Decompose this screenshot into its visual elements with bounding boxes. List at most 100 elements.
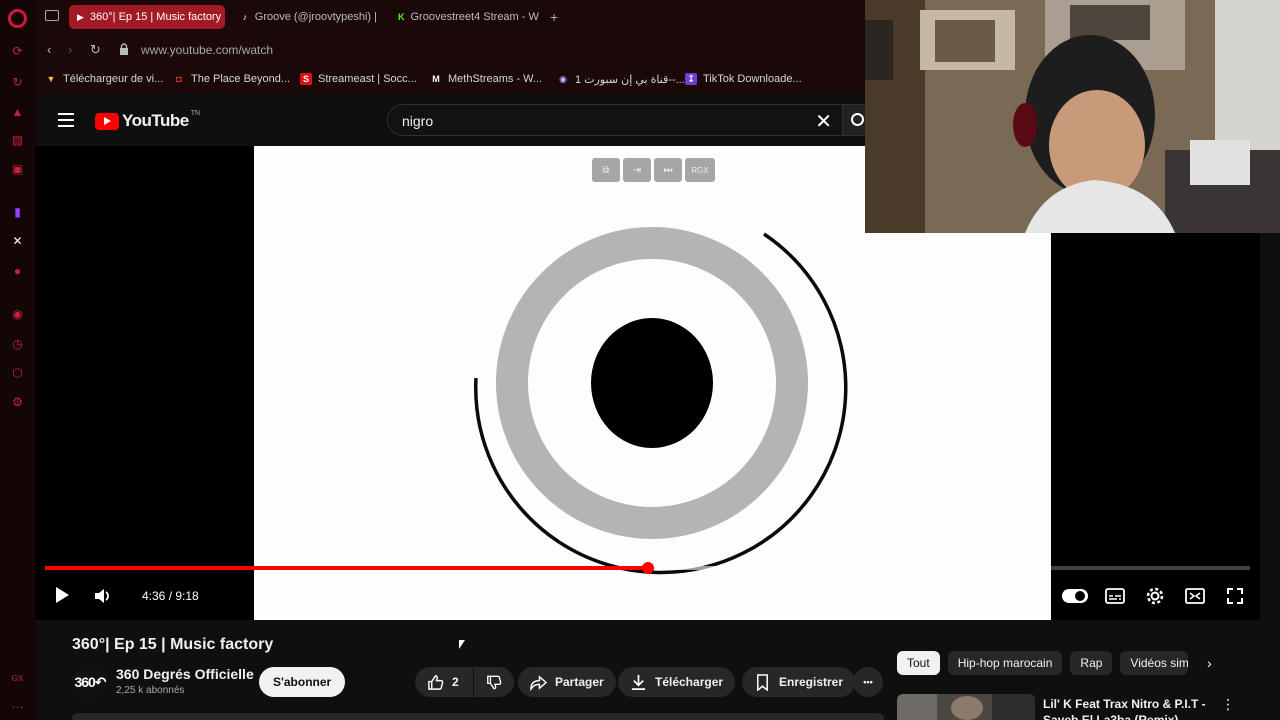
- chip-all[interactable]: Tout: [897, 651, 940, 675]
- subtitles-icon[interactable]: [1105, 588, 1125, 604]
- progress-bar[interactable]: [45, 562, 1250, 574]
- pinboard-icon[interactable]: ▨: [9, 131, 26, 148]
- subscribe-button[interactable]: S'abonner: [259, 667, 346, 697]
- share-label: Partager: [555, 675, 604, 689]
- save-bookmark-icon: [757, 673, 768, 691]
- opera-logo-icon[interactable]: [8, 9, 27, 28]
- popout-button[interactable]: ⧉: [592, 158, 620, 182]
- youtube-play-icon: [95, 112, 119, 130]
- chip-similar-videos[interactable]: Vidéos sim: [1120, 651, 1189, 675]
- clock-icon[interactable]: ◷: [9, 335, 26, 352]
- save-button[interactable]: Enregistrer: [742, 667, 856, 697]
- search-input[interactable]: nigro ✕: [387, 104, 842, 136]
- description-box[interactable]: [72, 713, 884, 720]
- dislike-button[interactable]: [474, 667, 514, 697]
- country-code: TN: [190, 109, 201, 117]
- forward-button[interactable]: ›: [68, 42, 72, 57]
- recommendation-thumbnail[interactable]: [897, 694, 1035, 720]
- subscriber-count: 2,25 k abonnés: [116, 685, 185, 696]
- video-title: 360°| Ep 15 | Music factory: [72, 636, 274, 653]
- thumbnail-image: [897, 694, 1035, 720]
- video-overlay-toolbar: ⧉ ⇥ ⏭ RGX: [592, 158, 715, 182]
- history-icon[interactable]: ↻: [9, 73, 26, 90]
- tab-kick[interactable]: K Groovestreet4 Stream - W: [390, 5, 545, 29]
- more-actions-button[interactable]: •••: [853, 667, 883, 697]
- tab-menu-icon[interactable]: [45, 10, 59, 21]
- tiktok-download-icon: ↧: [685, 73, 697, 85]
- download-button[interactable]: Télécharger: [618, 667, 736, 697]
- gx-icon[interactable]: GX: [9, 670, 26, 687]
- bookmark-item[interactable]: ↧ TikTok Downloade...: [685, 73, 802, 85]
- fullscreen-icon[interactable]: [1227, 588, 1243, 604]
- guide-menu-icon[interactable]: [58, 113, 74, 127]
- detach-button[interactable]: ⇥: [623, 158, 651, 182]
- mouse-cursor: [459, 640, 465, 649]
- bookmark-item[interactable]: ◉ قناة بي إن سبورت 1--...: [557, 73, 685, 86]
- share-button[interactable]: Partager: [518, 667, 616, 697]
- youtube-icon: ▶: [77, 11, 84, 22]
- bookmark-label: The Place Beyond...: [191, 73, 291, 85]
- youtube-wordmark: YouTube: [122, 111, 189, 130]
- like-count: 2: [452, 675, 459, 689]
- bookmark-item[interactable]: ▼ Téléchargeur de vi...: [45, 73, 164, 85]
- chip-hiphop-marocain[interactable]: Hip-hop marocain: [947, 651, 1063, 675]
- screen: ⟳ ↻ ▲ ▨ ▣ ▮ ✕ ● ◉ ◷ ⬡ ⚙ GX ⋯ ▶ 360°| Ep …: [0, 0, 1280, 720]
- youtube-logo[interactable]: YouTube TN: [95, 109, 201, 131]
- time-display: 4:36 / 9:18: [142, 589, 199, 603]
- channel-name[interactable]: 360 Degrés Officielle: [116, 666, 254, 682]
- app-icon[interactable]: ●: [9, 262, 26, 279]
- skip-button[interactable]: ⏭: [654, 158, 682, 182]
- player-icon[interactable]: ◉: [9, 305, 26, 322]
- rgx-button[interactable]: RGX: [685, 158, 715, 182]
- extensions-icon[interactable]: ⬡: [9, 364, 26, 381]
- theater-mode-icon[interactable]: [1185, 588, 1205, 604]
- recommendation-more-icon[interactable]: ⋮: [1221, 696, 1235, 713]
- search-button[interactable]: [842, 104, 865, 136]
- back-button[interactable]: ‹: [47, 42, 51, 57]
- search-icon: [851, 113, 864, 126]
- scrubber-handle[interactable]: [641, 562, 654, 574]
- x-twitter-icon[interactable]: ✕: [9, 232, 26, 249]
- new-tab-button[interactable]: +: [550, 9, 558, 25]
- bookmark-label: قناة بي إن سبورت 1--...: [575, 74, 685, 86]
- bookmark-label: Téléchargeur de vi...: [63, 73, 164, 85]
- settings-gear-icon[interactable]: [1145, 586, 1165, 606]
- twitch-icon[interactable]: ▮: [9, 203, 26, 220]
- bookmark-label: MethStreams - W...: [448, 73, 543, 85]
- tab-label: 360°| Ep 15 | Music factory: [89, 11, 222, 23]
- chip-next-icon[interactable]: ›: [1207, 655, 1212, 671]
- sidebar-more-icon[interactable]: ⋯: [9, 698, 26, 715]
- thumbs-down-icon: [487, 675, 502, 689]
- progress-played: [45, 566, 648, 570]
- chip-rap[interactable]: Rap: [1070, 651, 1113, 675]
- sport-icon: ◉: [559, 74, 567, 84]
- url-field[interactable]: www.youtube.com/watch: [141, 43, 273, 57]
- recommendation-title[interactable]: Lil' K Feat Trax Nitro & P.I.T - Sayeb E…: [1043, 696, 1213, 720]
- bookmark-item[interactable]: S Streameast | Socc...: [300, 73, 417, 85]
- speed-dial-icon[interactable]: ⟳: [9, 42, 26, 59]
- address-bar: ‹ › ↻ www.youtube.com/watch: [35, 34, 865, 66]
- reload-button[interactable]: ↻: [90, 42, 101, 58]
- stream-icon: S: [300, 73, 312, 85]
- bookmark-label: TikTok Downloade...: [703, 73, 802, 85]
- tab-youtube[interactable]: ▶ 360°| Ep 15 | Music factory: [69, 5, 225, 29]
- aria-icon[interactable]: ▲: [9, 103, 26, 120]
- like-button[interactable]: 2: [415, 667, 473, 697]
- bookmark-item[interactable]: ◘ The Place Beyond...: [173, 73, 290, 85]
- volume-icon[interactable]: [95, 587, 111, 605]
- download-label: Télécharger: [655, 675, 724, 689]
- tiktok-icon: ♪: [242, 12, 248, 22]
- messenger-icon[interactable]: ▣: [9, 160, 26, 177]
- play-button[interactable]: [56, 587, 69, 603]
- webcam-image: [865, 0, 1280, 233]
- bookmark-item[interactable]: M MethStreams - W...: [430, 73, 542, 85]
- bookmarks-bar: ▼ Téléchargeur de vi... ◘ The Place Beyo…: [35, 66, 865, 94]
- autoplay-toggle[interactable]: [1062, 589, 1088, 603]
- settings-icon[interactable]: ⚙: [9, 393, 26, 410]
- tab-tiktok[interactable]: ♪ Groove (@jroovtypeshi) |: [233, 5, 385, 29]
- related-filter-chips: Tout Hip-hop marocain Rap Vidéos sim: [897, 651, 1189, 675]
- clear-search-icon[interactable]: ✕: [815, 109, 832, 134]
- download-icon: ▼: [46, 74, 56, 84]
- thumbs-up-icon: [428, 674, 444, 690]
- channel-avatar[interactable]: 360↶: [72, 664, 108, 700]
